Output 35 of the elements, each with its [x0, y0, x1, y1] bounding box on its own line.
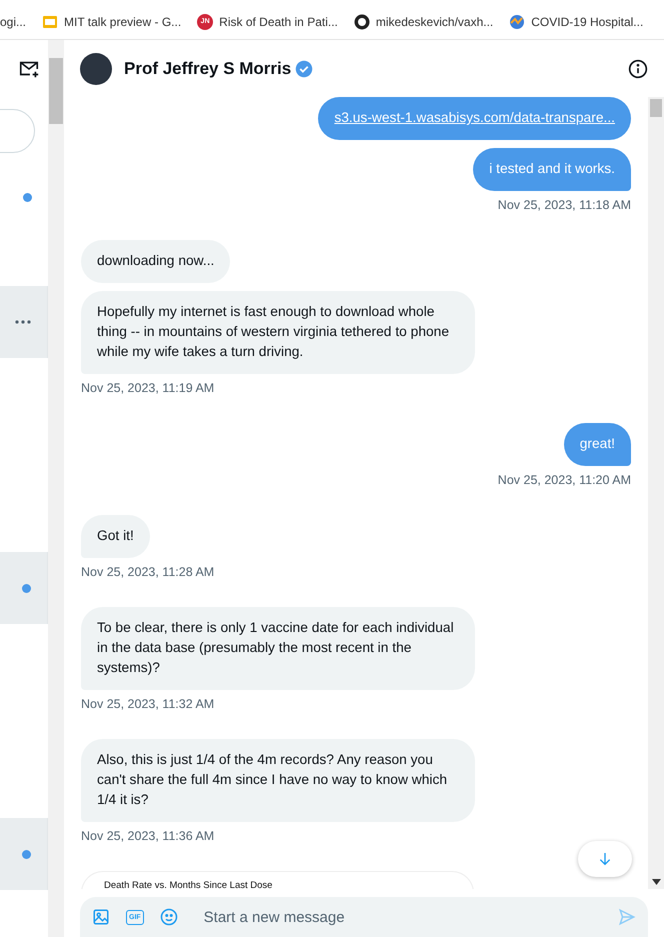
- bookmark-link[interactable]: MIT talk preview - G...: [42, 14, 182, 30]
- info-icon[interactable]: [628, 58, 648, 78]
- sent-message: great!: [564, 423, 631, 466]
- received-message: Got it!: [81, 515, 150, 558]
- avatar: [80, 52, 112, 84]
- sent-message: i tested and it works.: [473, 148, 631, 191]
- conversation-item[interactable]: [0, 818, 48, 890]
- scrollbar-thumb[interactable]: [650, 99, 662, 117]
- send-icon[interactable]: [618, 908, 636, 926]
- message-timestamp: Nov 25, 2023, 11:32 AM: [81, 697, 214, 711]
- message-timestamp: Nov 25, 2023, 11:36 AM: [81, 829, 214, 843]
- message-timestamp: Nov 25, 2023, 11:28 AM: [81, 565, 214, 579]
- conversation-name: Prof Jeffrey S Morris: [124, 58, 292, 78]
- bookmark-link[interactable]: mikedeskevich/vaxh...: [354, 14, 494, 30]
- received-message: downloading now...: [81, 240, 230, 283]
- bookmark-link[interactable]: COVID-19 Hospital...: [509, 14, 644, 30]
- globe-icon: [509, 14, 526, 30]
- received-message: To be clear, there is only 1 vaccine date for each individual in the data base (presumably the most recent in the systems)?: [81, 607, 475, 690]
- slides-icon: [42, 14, 58, 30]
- scrollbar-thumb[interactable]: [49, 58, 63, 124]
- conversation-item[interactable]: [0, 286, 48, 358]
- emoji-icon[interactable]: [160, 908, 178, 926]
- conversation-item[interactable]: [0, 552, 48, 624]
- received-message: Hopefully my internet is fast enough to download whole thing -- in mountains of western virginia tethered to phone while my wife takes a turn driving.: [81, 291, 475, 374]
- message-timestamp: Nov 25, 2023, 11:19 AM: [81, 381, 214, 395]
- arrow-down-icon: [597, 851, 613, 867]
- bookmark-link[interactable]: ogi...: [0, 14, 26, 28]
- image-icon[interactable]: [92, 908, 110, 926]
- scroll-arrow-icon: [652, 879, 660, 885]
- chart-title: Death Rate vs. Months Since Last Dose: [104, 880, 274, 889]
- message-timestamp: Nov 25, 2023, 11:20 AM: [498, 473, 631, 487]
- received-message: Also, this is just 1/4 of the 4m records? Any reason you can't share the full 4m since I have no way to know which 1/4 it is?: [81, 739, 475, 822]
- scroll-down-button[interactable]: [578, 841, 632, 877]
- ring-logo-icon: [354, 14, 370, 30]
- message-timestamp: Nov 25, 2023, 11:18 AM: [498, 198, 631, 212]
